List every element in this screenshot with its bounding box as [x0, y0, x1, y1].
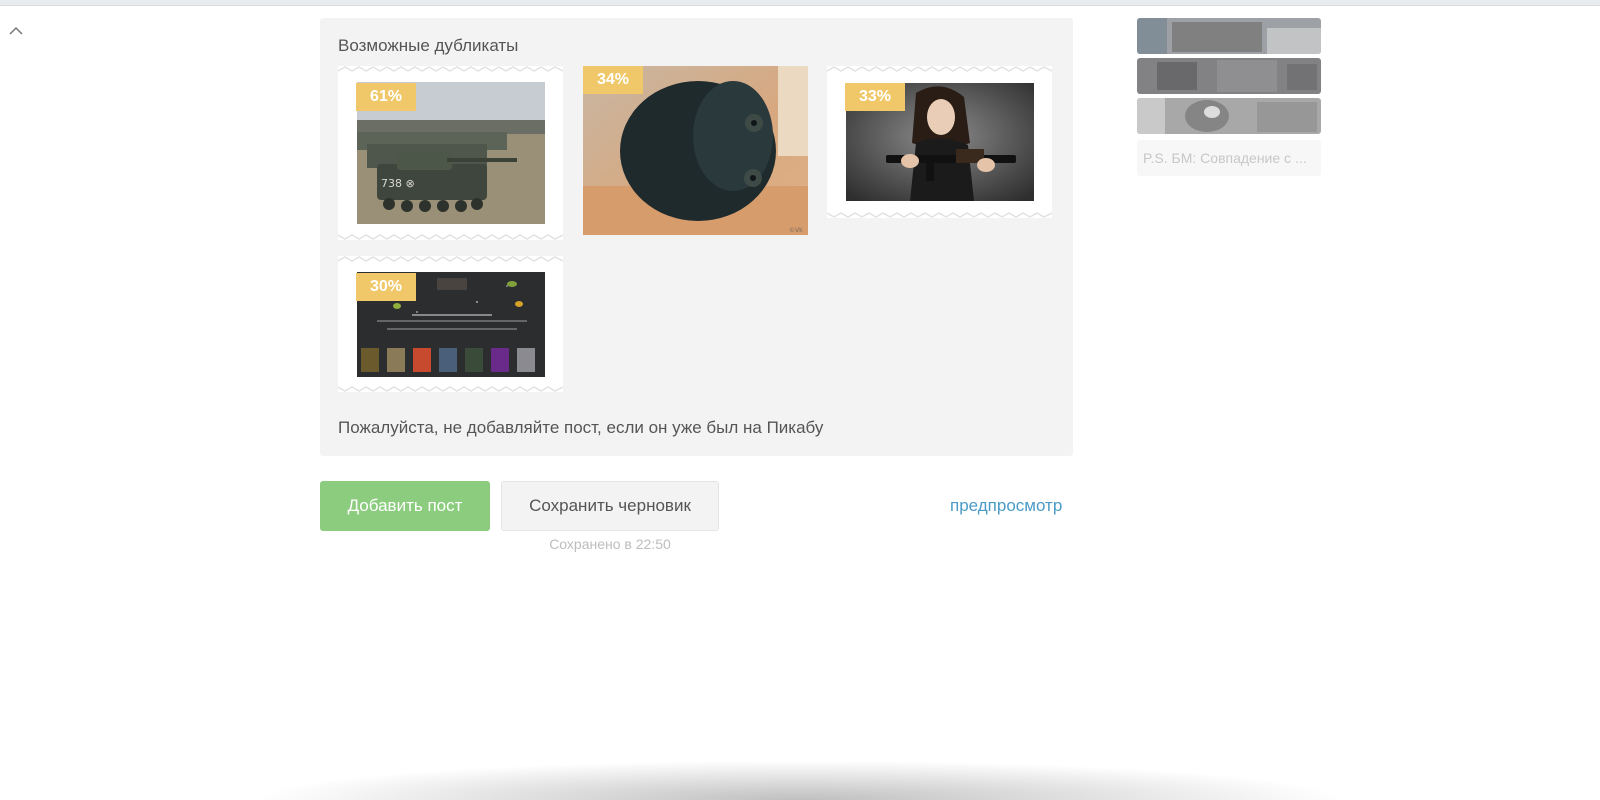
save-draft-button[interactable]: Сохранить черновик	[501, 481, 719, 531]
duplicates-warning: Пожалуйста, не добавляйте пост, если он …	[338, 418, 824, 437]
duplicates-title: Возможные дубликаты	[338, 36, 519, 55]
zigzag-edge	[827, 212, 1052, 218]
bottom-shadow	[250, 760, 1350, 800]
duplicate-card[interactable]: 30%	[338, 256, 563, 392]
add-post-button[interactable]: Добавить пост	[320, 481, 490, 531]
similarity-badge: 34%	[583, 66, 644, 94]
zigzag-edge	[338, 256, 563, 262]
sidebar-caption[interactable]: P.S. БМ: Совпадение с ...	[1137, 140, 1321, 176]
preview-link[interactable]: предпросмотр	[950, 496, 1062, 516]
sidebar-thumbnail[interactable]	[1137, 18, 1321, 54]
saved-status: Сохранено в 22:50	[549, 536, 671, 552]
similarity-badge: 33%	[845, 83, 906, 111]
sidebar-thumbnail[interactable]	[1137, 98, 1321, 134]
zigzag-edge	[338, 66, 563, 72]
zigzag-edge	[827, 66, 1052, 72]
sidebar-thumbnail[interactable]	[1137, 58, 1321, 94]
duplicate-card[interactable]: 738 ⊗ 61%	[338, 66, 563, 240]
duplicate-card[interactable]: 33%	[827, 66, 1052, 218]
zigzag-edge	[338, 386, 563, 392]
collapse-button[interactable]	[6, 20, 26, 40]
similarity-badge: 30%	[356, 273, 417, 301]
svg-text:738 ⊗: 738 ⊗	[381, 177, 415, 190]
duplicates-panel: Возможные дубликаты 738 ⊗ 61% ©Vk 34% 33…	[320, 18, 1073, 456]
duplicate-card[interactable]: ©Vk 34%	[583, 66, 808, 235]
svg-text:©Vk: ©Vk	[789, 227, 803, 234]
similarity-badge: 61%	[356, 83, 417, 111]
chevron-up-icon	[9, 26, 23, 35]
browser-top-border	[0, 0, 1600, 6]
zigzag-edge	[338, 234, 563, 240]
